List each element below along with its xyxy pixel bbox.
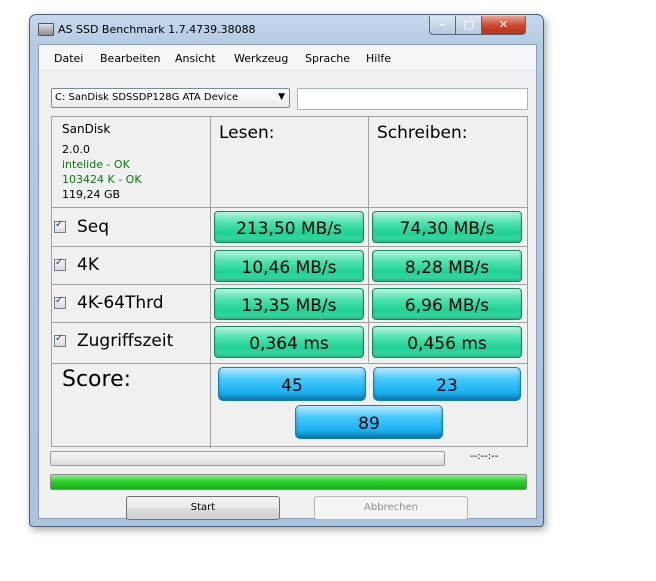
window-title: AS SSD Benchmark 1.7.4739.38088 [58,23,256,36]
access-read-value: 0,364 ms [249,334,329,354]
cancel-button[interactable]: Abbrechen [314,496,468,520]
test-label-4k64: 4K-64Thrd [77,293,164,313]
total-score-value: 89 [358,414,380,434]
read-score: 45 [218,367,366,401]
title-bar[interactable]: AS SSD Benchmark 1.7.4739.38088 – □ ✕ [30,15,543,43]
minimize-icon: – [439,18,446,31]
app-window: AS SSD Benchmark 1.7.4739.38088 – □ ✕ Da… [29,14,544,527]
access-time-checkbox[interactable] [54,333,66,347]
4k64-read-result: 13,35 MB/s [214,288,364,320]
elapsed-time: --:--:-- [470,451,499,462]
overall-progress-bar [50,474,527,490]
client-area: Datei Bearbeiten Ansicht Werkzeug Sprach… [38,44,537,520]
seq-read-result: 213,50 MB/s [214,211,364,243]
access-write-value: 0,456 ms [407,334,487,354]
maximize-icon: □ [463,18,474,31]
info-text-field[interactable] [297,88,528,110]
test-label-seq: Seq [77,217,110,237]
write-score: 23 [373,367,521,401]
4k-read-result: 10,46 MB/s [214,250,364,282]
4k-write-value: 8,28 MB/s [404,258,490,278]
overall-progress-fill [51,475,526,489]
score-label: Score: [62,367,132,392]
drive-select-value: C: SanDisk SDSSDP128G ATA Device [55,92,239,103]
grid-row-line-4 [51,322,527,323]
write-score-value: 23 [436,376,458,396]
menu-ansicht[interactable]: Ansicht [175,52,216,65]
driver-status: intelide - OK [62,158,130,171]
seq-checkbox[interactable] [54,219,66,233]
alignment-status: 103424 K - OK [62,173,142,186]
4k64-write-result: 6,96 MB/s [372,288,522,320]
maximize-button[interactable]: □ [455,16,482,35]
menu-hilfe[interactable]: Hilfe [366,52,391,65]
access-write-result: 0,456 ms [372,326,522,358]
access-read-result: 0,364 ms [214,326,364,358]
menu-bar: Datei Bearbeiten Ansicht Werkzeug Sprach… [39,45,536,71]
4k64-read-value: 13,35 MB/s [241,296,337,316]
4k64-write-value: 6,96 MB/s [404,296,490,316]
grid-row-line-1 [51,207,527,208]
write-column-header: Schreiben: [377,123,468,143]
test-progress-bar [50,451,445,466]
total-score: 89 [295,405,443,439]
menu-bearbeiten[interactable]: Bearbeiten [100,52,160,65]
seq-read-value: 213,50 MB/s [236,219,342,239]
device-vendor: SanDisk [62,122,111,136]
close-icon: ✕ [498,18,509,31]
grid-row-line-3 [51,284,527,285]
test-label-4k: 4K [77,255,99,275]
4k64-checkbox[interactable] [54,295,66,309]
4k-checkbox[interactable] [54,257,66,271]
drive-select[interactable]: C: SanDisk SDSSDP128G ATA Device ▼ [51,88,290,108]
seq-write-result: 74,30 MB/s [372,211,522,243]
drive-icon [38,23,54,36]
read-score-value: 45 [281,376,303,396]
grid-row-line-2 [51,246,527,247]
seq-write-value: 74,30 MB/s [399,219,495,239]
menu-datei[interactable]: Datei [54,52,83,65]
4k-write-result: 8,28 MB/s [372,250,522,282]
device-firmware: 2.0.0 [62,143,90,156]
grid-divider-2 [368,116,369,362]
close-button[interactable]: ✕ [481,16,526,35]
menu-werkzeug[interactable]: Werkzeug [234,52,288,65]
test-label-access-time: Zugriffszeit [77,331,174,351]
minimize-button[interactable]: – [429,16,456,35]
start-button[interactable]: Start [126,496,280,520]
read-column-header: Lesen: [219,123,275,143]
menu-sprache[interactable]: Sprache [305,52,350,65]
4k-read-value: 10,46 MB/s [241,258,337,278]
device-size: 119,24 GB [62,188,121,201]
chevron-down-icon: ▼ [278,92,285,102]
